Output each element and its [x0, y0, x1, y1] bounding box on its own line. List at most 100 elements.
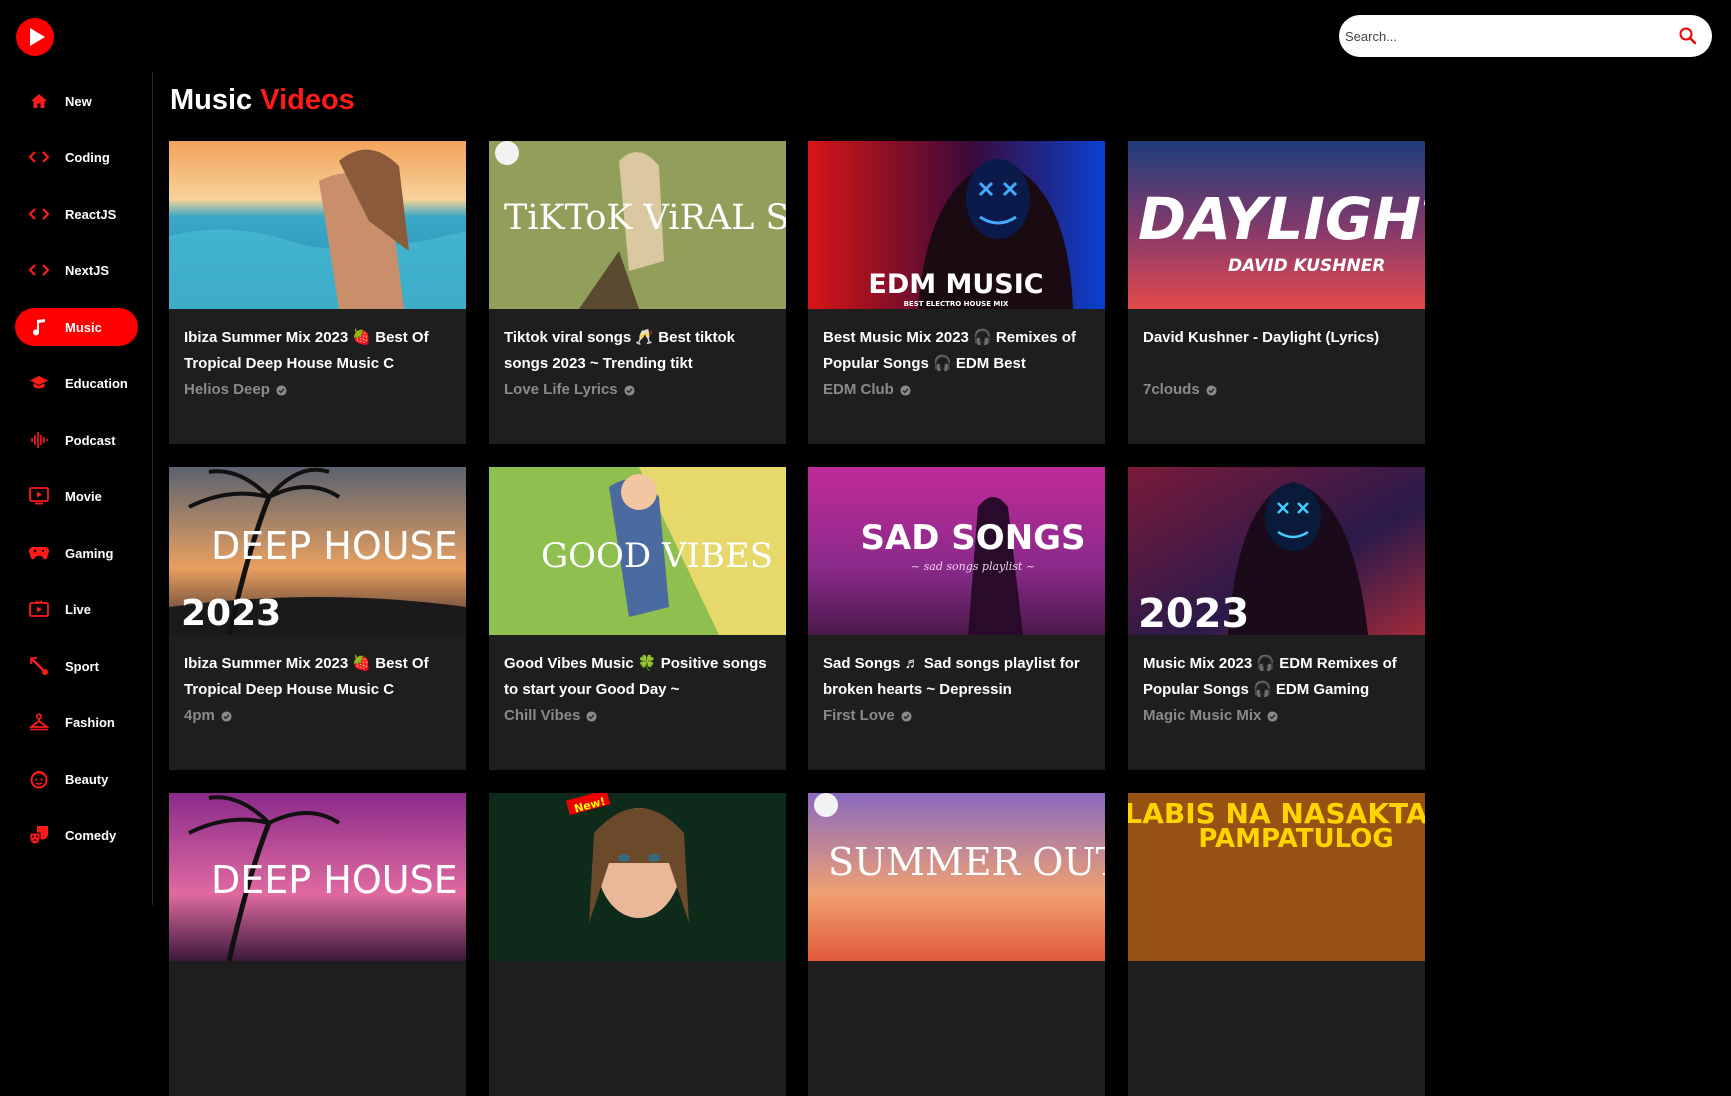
video-card[interactable]: New!: [489, 793, 786, 1096]
video-thumbnail[interactable]: TiKToK ViRAL SONG: [489, 141, 786, 309]
search-icon[interactable]: [1678, 26, 1698, 46]
verified-check-icon: [900, 384, 911, 396]
thumbnail-text: GOOD VIBES MUSIC: [541, 536, 786, 576]
video-title[interactable]: Tiktok viral songs 🥂 Best tiktok songs 2…: [504, 325, 771, 377]
channel-name[interactable]: Helios Deep: [184, 377, 451, 403]
video-thumbnail[interactable]: EDM MUSIC BEST ELECTRO HOUSE MIX: [808, 141, 1105, 309]
sidebar-item-reactjs[interactable]: ReactJS: [15, 195, 138, 233]
thumbnail-subtext: 2023: [181, 593, 281, 634]
sidebar-item-nextjs[interactable]: NextJS: [15, 251, 138, 289]
sidebar-item-label: Education: [65, 375, 128, 391]
video-card[interactable]: EDM MUSIC BEST ELECTRO HOUSE MIX Best Mu…: [808, 141, 1105, 444]
video-card[interactable]: 2023 Music Mix 2023 🎧 EDM Remixes of Pop…: [1128, 467, 1425, 770]
thumbnail-text: EDM MUSIC: [868, 269, 1043, 300]
channel-name[interactable]: Love Life Lyrics: [504, 377, 771, 403]
sidebar-item-label: ReactJS: [65, 206, 117, 222]
video-thumbnail[interactable]: DEEP HOUSE: [169, 793, 466, 961]
video-thumbnail[interactable]: GOOD VIBES MUSIC: [489, 467, 786, 635]
sidebar-item-label: Comedy: [65, 827, 117, 843]
thumbnail-subtext: PAMPATULOG: [1198, 824, 1393, 854]
channel-name[interactable]: EDM Club: [823, 377, 1090, 403]
sport-icon: [29, 656, 49, 676]
thumbnail-text: 2023: [1138, 591, 1249, 635]
channel-name[interactable]: Magic Music Mix: [1143, 703, 1410, 729]
video-thumbnail[interactable]: SAD SONGS ~ sad songs playlist ~: [808, 467, 1105, 635]
video-thumbnail[interactable]: [169, 141, 466, 309]
sidebar-item-label: Coding: [65, 149, 110, 165]
beauty-face-icon: [29, 769, 49, 789]
video-card[interactable]: Ibiza Summer Mix 2023 🍓 Best Of Tropical…: [169, 141, 466, 444]
sidebar-item-label: New: [65, 93, 92, 109]
video-card[interactable]: LABIS NA NASAKTA PAMPATULOG: [1128, 793, 1425, 1096]
sidebar-item-label: Live: [65, 601, 92, 617]
code-icon: [29, 204, 49, 224]
live-tv-icon: [29, 599, 49, 619]
video-title[interactable]: Good Vibes Music 🍀 Positive songs to sta…: [504, 651, 771, 703]
video-card[interactable]: SAD SONGS ~ sad songs playlist ~ Sad Son…: [808, 467, 1105, 770]
video-title[interactable]: Ibiza Summer Mix 2023 🍓 Best Of Tropical…: [184, 651, 451, 703]
youtube-logo[interactable]: [14, 14, 56, 56]
channel-name[interactable]: 7clouds: [1143, 377, 1410, 403]
gamepad-icon: [29, 543, 49, 563]
video-title[interactable]: Ibiza Summer Mix 2023 🍓 Best Of Tropical…: [184, 325, 451, 377]
sidebar-item-fashion[interactable]: Fashion: [15, 703, 138, 741]
search-bar: [1339, 15, 1712, 57]
sidebar-item-label: Fashion: [65, 714, 115, 730]
video-card[interactable]: GOOD VIBES MUSIC Good Vibes Music 🍀 Posi…: [489, 467, 786, 770]
code-icon: [29, 147, 49, 167]
sidebar-item-music[interactable]: Music: [15, 308, 138, 346]
video-thumbnail[interactable]: DAYLIGHT DAVID KUSHNER: [1128, 141, 1425, 309]
search-input[interactable]: [1343, 27, 1678, 45]
home-icon: [29, 91, 49, 111]
sidebar-item-new[interactable]: New: [15, 82, 138, 120]
youtube-play-logo-icon: [16, 18, 54, 56]
channel-name[interactable]: First Love: [823, 703, 1090, 729]
sidebar-item-label: Beauty: [65, 771, 109, 787]
video-card[interactable]: SUMMER OUT LOU: [808, 793, 1105, 1096]
sidebar-item-podcast[interactable]: Podcast: [15, 421, 138, 459]
sidebar-item-coding[interactable]: Coding: [15, 138, 138, 176]
sidebar-item-comedy[interactable]: Comedy: [15, 816, 138, 854]
verified-check-icon: [586, 710, 597, 722]
sidebar-item-education[interactable]: Education: [15, 364, 138, 402]
video-thumbnail[interactable]: 2023: [1128, 467, 1425, 635]
verified-check-icon: [901, 710, 912, 722]
channel-name[interactable]: Chill Vibes: [504, 703, 771, 729]
hanger-icon: [29, 712, 49, 732]
sidebar-item-sport[interactable]: Sport: [15, 647, 138, 685]
sidebar-item-label: NextJS: [65, 262, 110, 278]
sidebar-item-label: Podcast: [65, 432, 116, 448]
sidebar: New Coding ReactJS NextJS Music Educatio…: [0, 72, 153, 905]
graduation-cap-icon: [29, 373, 49, 393]
video-title[interactable]: Sad Songs ♬ Sad songs playlist for broke…: [823, 651, 1090, 703]
video-card[interactable]: DEEP HOUSE: [169, 793, 466, 1096]
video-title[interactable]: David Kushner - Daylight (Lyrics): [1143, 325, 1410, 377]
sidebar-item-gaming[interactable]: Gaming: [15, 534, 138, 572]
video-thumbnail[interactable]: SUMMER OUT LOU: [808, 793, 1105, 961]
sidebar-item-movie[interactable]: Movie: [15, 477, 138, 515]
thumbnail-subtext: BEST ELECTRO HOUSE MIX: [904, 300, 1009, 308]
sound-wave-icon: [29, 430, 49, 450]
verified-check-icon: [1267, 710, 1278, 722]
video-thumbnail[interactable]: LABIS NA NASAKTA PAMPATULOG: [1128, 793, 1425, 961]
video-screen-icon: [29, 486, 49, 506]
thumbnail-text: DAYLIGHT: [1138, 185, 1425, 253]
thumbnail-text: SAD SONGS: [860, 518, 1085, 558]
channel-name[interactable]: 4pm: [184, 703, 451, 729]
sidebar-item-beauty[interactable]: Beauty: [15, 760, 138, 798]
video-title[interactable]: Best Music Mix 2023 🎧 Remixes of Popular…: [823, 325, 1090, 377]
video-title[interactable]: Music Mix 2023 🎧 EDM Remixes of Popular …: [1143, 651, 1410, 703]
video-thumbnail[interactable]: DEEP HOUSE 2023: [169, 467, 466, 635]
code-icon: [29, 260, 49, 280]
thumbnail-subtext: DAVID KUSHNER: [1228, 256, 1385, 276]
verified-check-icon: [624, 384, 635, 396]
sidebar-item-label: Gaming: [65, 545, 114, 561]
video-thumbnail[interactable]: New!: [489, 793, 786, 961]
sidebar-item-live[interactable]: Live: [15, 590, 138, 628]
sidebar-item-label: Movie: [65, 488, 102, 504]
thumbnail-subtext: ~ sad songs playlist ~: [911, 560, 1035, 573]
thumbnail-text: DEEP HOUSE: [211, 858, 458, 902]
video-card[interactable]: DEEP HOUSE 2023 Ibiza Summer Mix 2023 🍓 …: [169, 467, 466, 770]
video-card[interactable]: TiKToK ViRAL SONG Tiktok viral songs 🥂 B…: [489, 141, 786, 444]
video-card[interactable]: DAYLIGHT DAVID KUSHNER David Kushner - D…: [1128, 141, 1425, 444]
